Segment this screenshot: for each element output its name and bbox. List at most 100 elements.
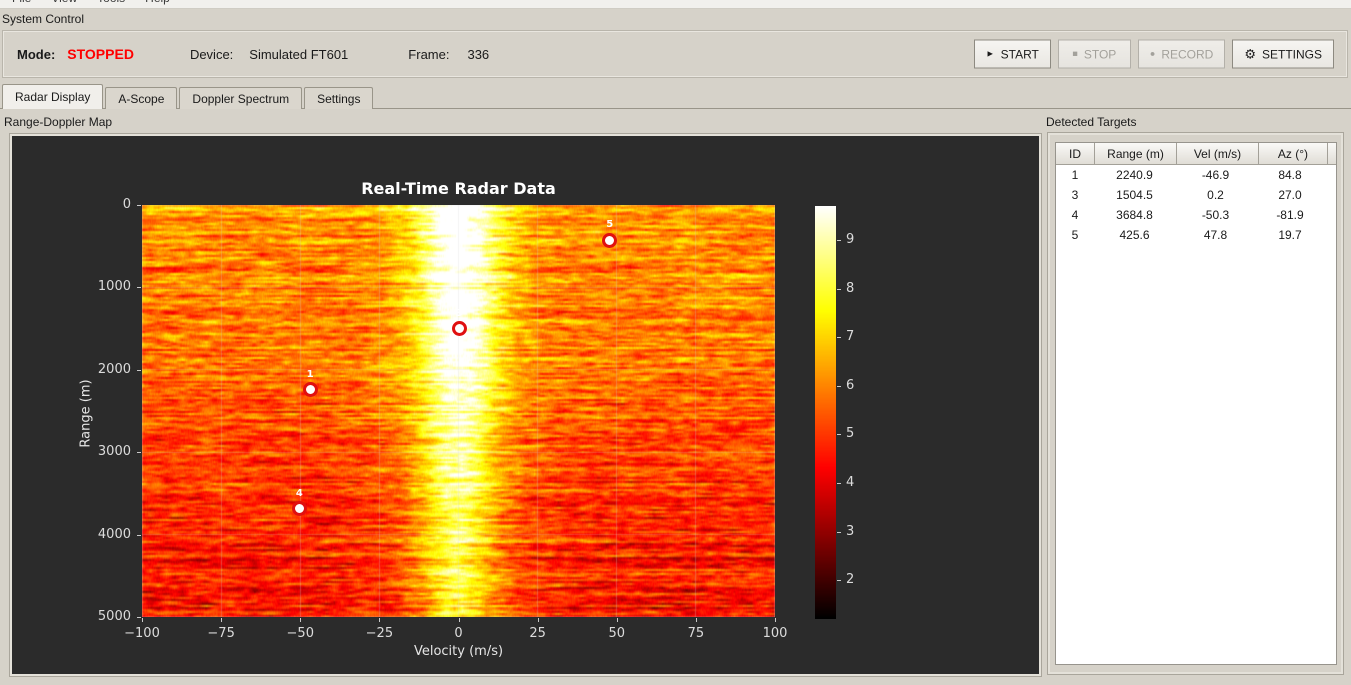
targets-table: ID Range (m) Vel (m/s) Az (°) 1 2240.9 -46.9 8… <box>1055 142 1337 665</box>
table-row[interactable]: 3 1504.5 0.2 27.0 <box>1056 185 1336 205</box>
tab-settings[interactable]: Settings <box>304 87 374 109</box>
col-header-filler <box>1328 143 1336 165</box>
tick-mark <box>695 618 697 622</box>
tick-mark <box>837 288 841 290</box>
chart-title: Real-Time Radar Data <box>361 179 556 198</box>
tab-radar-display[interactable]: Radar Display <box>2 84 104 109</box>
tab-doppler-spectrum[interactable]: Doppler Spectrum <box>179 87 303 109</box>
x-tick-label: 100 <box>762 626 788 641</box>
tick-mark <box>137 452 141 454</box>
range-doppler-plot-panel: Real-Time Radar Data Velocity (m/s) Rang… <box>10 134 1041 676</box>
x-tick-label: 0 <box>454 626 463 641</box>
y-tick-label: 3000 <box>97 444 131 460</box>
col-header-vel-m-s[interactable]: Vel (m/s) <box>1177 143 1259 165</box>
y-tick-label: 0 <box>122 197 131 212</box>
menu-item-file[interactable]: File <box>2 0 41 7</box>
x-tick-label: 75 <box>687 626 705 641</box>
col-header-range-m[interactable]: Range (m) <box>1095 143 1177 165</box>
colorbar-tick-label: 8 <box>846 280 855 296</box>
tick-mark <box>142 618 143 622</box>
table-row[interactable]: 5 425.6 47.8 19.7 <box>1056 225 1336 245</box>
tick-mark <box>616 618 618 622</box>
system-control-group: Mode: STOPPED Device: Simulated FT601 Fr… <box>2 30 1348 78</box>
settings-button[interactable]: ⚙ SETTINGS <box>1232 39 1334 69</box>
cell-id: 1 <box>1071 168 1079 182</box>
stop-icon: ■ <box>1072 48 1078 59</box>
gear-icon: ⚙ <box>1244 46 1256 62</box>
target-marker-label: 1 <box>306 368 314 380</box>
tick-mark <box>837 482 841 484</box>
target-marker-label: 3 <box>455 307 463 319</box>
start-button-label: START <box>1000 47 1039 61</box>
colorbar-tick-label: 6 <box>846 377 855 393</box>
colorbar-tick-label: 2 <box>846 572 855 588</box>
record-button[interactable]: ● RECORD <box>1137 39 1226 69</box>
cell-az: 84.8 <box>1278 168 1302 182</box>
menu-item-help[interactable]: Help <box>135 0 180 7</box>
cell-id: 3 <box>1071 188 1079 202</box>
y-tick-label: 4000 <box>97 526 131 542</box>
menu-bar: FileViewToolsHelp <box>0 0 1351 9</box>
x-tick-label: −50 <box>286 626 314 641</box>
colorbar-tick-label: 7 <box>846 329 855 345</box>
tick-mark <box>837 531 841 533</box>
cell-vel-m-s: 0.2 <box>1207 188 1224 202</box>
stop-button-label: STOP <box>1083 47 1117 61</box>
x-tick-label: −75 <box>207 626 235 641</box>
col-header-id[interactable]: ID <box>1056 143 1095 165</box>
x-tick-label: 50 <box>608 626 626 641</box>
y-tick-label: 5000 <box>97 609 131 624</box>
tick-mark <box>137 617 141 618</box>
range-doppler-heatmap[interactable] <box>142 205 775 617</box>
menu-item-tools[interactable]: Tools <box>87 0 135 7</box>
tick-mark <box>137 534 141 536</box>
start-button[interactable]: ► START <box>973 39 1051 69</box>
targets-table-body: 1 2240.9 -46.9 84.8 3 1504.5 0.2 27.0 4 3684.8 -50… <box>1056 165 1336 245</box>
detected-targets-label: Detected Targets <box>1046 115 1137 129</box>
table-row[interactable]: 1 2240.9 -46.9 84.8 <box>1056 165 1336 185</box>
menu-item-view[interactable]: View <box>41 0 87 7</box>
x-axis-label: Velocity (m/s) <box>413 644 504 659</box>
cell-vel-m-s: -50.3 <box>1201 208 1230 222</box>
table-row[interactable]: 4 3684.8 -50.3 -81.9 <box>1056 205 1336 225</box>
cell-az: -81.9 <box>1276 208 1304 222</box>
control-buttons: ► START ■ STOP ● RECORD ⚙ SETTINGS <box>973 39 1334 69</box>
colorbar-tick-label: 9 <box>846 232 855 247</box>
cell-range-m: 2240.9 <box>1116 168 1153 182</box>
cell-id: 5 <box>1071 228 1079 242</box>
record-icon: ● <box>1149 48 1156 59</box>
targets-table-header: ID Range (m) Vel (m/s) Az (°) <box>1056 143 1336 165</box>
tick-mark <box>537 618 539 622</box>
tick-mark <box>775 618 776 622</box>
tick-mark <box>379 618 381 622</box>
mode-label: Mode: <box>17 46 56 62</box>
target-marker <box>602 232 618 248</box>
tick-mark <box>837 434 841 436</box>
cell-az: 19.7 <box>1278 228 1302 242</box>
y-tick-label: 1000 <box>97 279 131 295</box>
stop-button[interactable]: ■ STOP <box>1057 39 1131 69</box>
y-axis-label: Range (m) <box>78 379 94 448</box>
detected-targets-panel: ID Range (m) Vel (m/s) Az (°) 1 2240.9 -46.9 8… <box>1048 133 1343 674</box>
target-marker <box>291 501 307 517</box>
colorbar-tick-label: 3 <box>846 523 855 539</box>
tick-mark <box>837 385 841 387</box>
colorbar <box>815 206 836 619</box>
x-tick-label: −100 <box>124 626 160 641</box>
colorbar-tick-label: 5 <box>846 426 855 442</box>
x-tick-label: 25 <box>529 626 546 641</box>
tick-mark <box>837 240 841 241</box>
record-button-label: RECORD <box>1161 47 1214 61</box>
cell-az: 27.0 <box>1278 188 1302 202</box>
device-label: Device: <box>189 46 234 62</box>
tab-a-scope[interactable]: A-Scope <box>105 87 178 109</box>
cell-range-m: 1504.5 <box>1116 188 1153 202</box>
x-tick-label: −25 <box>365 626 394 641</box>
cell-range-m: 425.6 <box>1119 228 1150 242</box>
col-header-az[interactable]: Az (°) <box>1259 143 1328 165</box>
tick-mark <box>837 580 841 582</box>
tick-mark <box>137 287 141 289</box>
cell-id: 4 <box>1071 208 1079 222</box>
tick-mark <box>837 337 841 339</box>
colorbar-tick-label: 4 <box>846 474 855 490</box>
